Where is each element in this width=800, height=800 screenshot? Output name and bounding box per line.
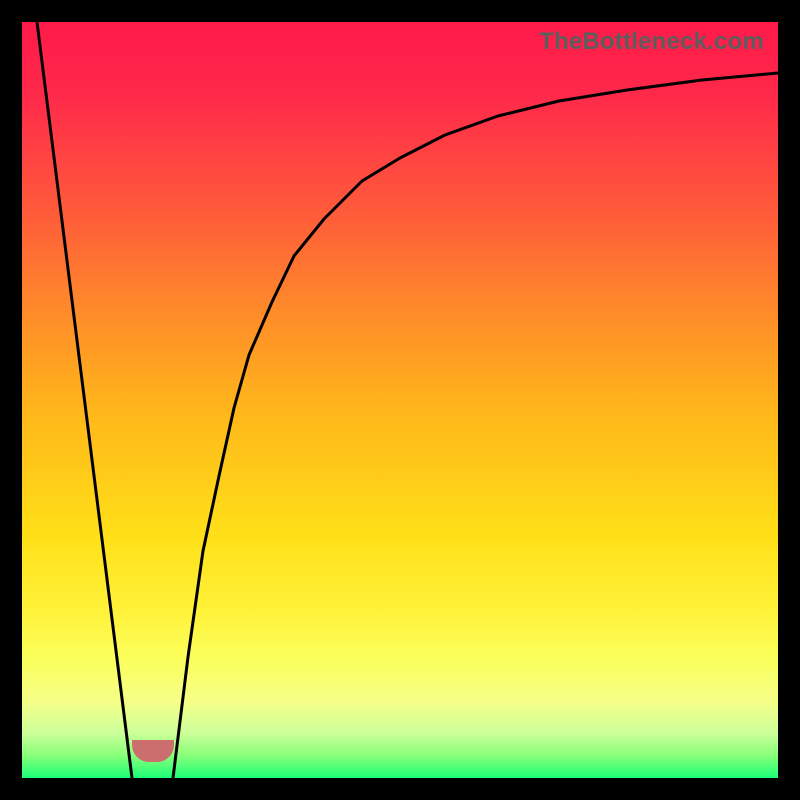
plot-area: TheBottleneck.com — [22, 22, 778, 778]
chart-frame: TheBottleneck.com — [0, 0, 800, 800]
right-curve-path — [173, 73, 778, 778]
left-line-path — [37, 22, 132, 778]
curve-layer — [22, 22, 778, 778]
